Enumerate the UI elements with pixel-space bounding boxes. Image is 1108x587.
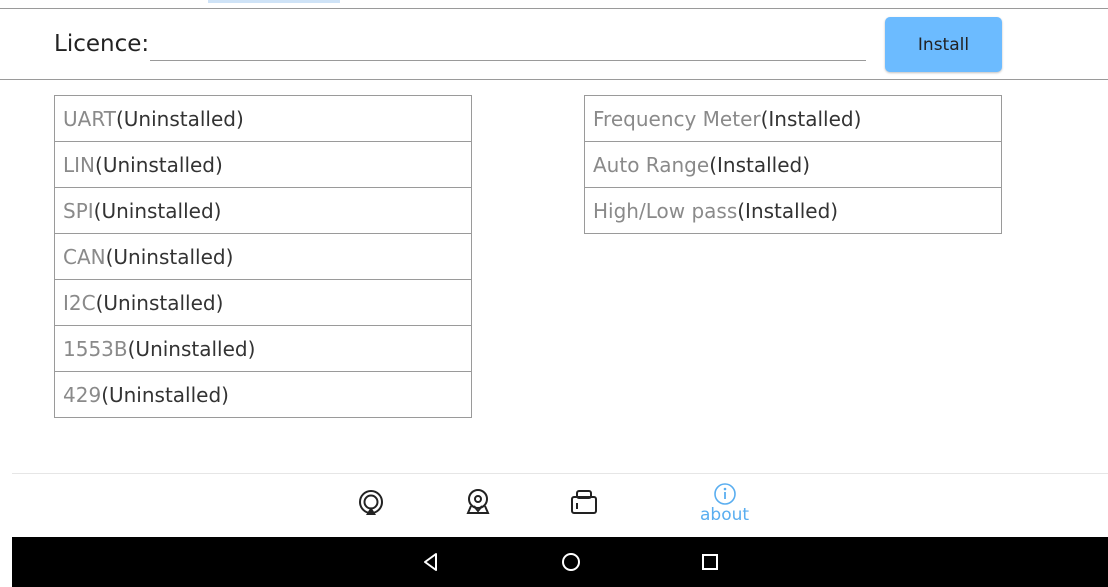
- module-status: (Uninstalled): [93, 198, 222, 223]
- install-button[interactable]: Install: [885, 17, 1002, 72]
- top-divider: [0, 8, 1108, 9]
- module-name: 1553B: [63, 336, 128, 361]
- module-row[interactable]: I2C (Uninstalled): [55, 280, 471, 326]
- module-row[interactable]: Auto Range (Installed): [585, 142, 1001, 188]
- system-nav-bar: [12, 537, 1108, 587]
- oscilloscope-icon: [359, 490, 383, 515]
- nav-about[interactable]: about: [700, 482, 749, 524]
- recents-button[interactable]: [697, 549, 723, 575]
- module-name: I2C: [63, 290, 96, 315]
- header-divider: [0, 79, 1108, 80]
- nav-location[interactable]: [462, 482, 494, 518]
- module-row[interactable]: High/Low pass (Installed): [585, 188, 1001, 234]
- module-status: (Installed): [709, 152, 810, 177]
- module-status: (Installed): [737, 198, 839, 223]
- location-icon: [466, 489, 490, 514]
- module-row[interactable]: 429 (Uninstalled): [55, 372, 471, 418]
- home-icon: [562, 553, 580, 571]
- module-status: (Uninstalled): [127, 336, 256, 361]
- back-button[interactable]: [418, 549, 444, 575]
- module-status: (Uninstalled): [115, 106, 244, 131]
- module-row[interactable]: UART (Uninstalled): [55, 96, 471, 142]
- module-name: 429: [63, 382, 102, 407]
- module-status: (Uninstalled): [95, 152, 223, 177]
- module-status: (Uninstalled): [105, 244, 234, 269]
- module-name: CAN: [63, 244, 106, 269]
- module-row[interactable]: 1553B (Uninstalled): [55, 326, 471, 372]
- device-icon: [571, 490, 597, 514]
- module-name: UART: [63, 106, 116, 131]
- module-status: (Installed): [760, 106, 862, 131]
- module-name: High/Low pass: [593, 198, 738, 223]
- module-name: LIN: [63, 152, 96, 177]
- module-status: (Uninstalled): [95, 290, 224, 315]
- info-icon: [713, 483, 736, 505]
- licence-input[interactable]: [150, 30, 866, 61]
- module-row[interactable]: CAN (Uninstalled): [55, 234, 471, 280]
- back-icon: [424, 553, 437, 571]
- module-status: (Uninstalled): [101, 382, 229, 407]
- module-name: SPI: [63, 198, 94, 223]
- nav-oscilloscope[interactable]: [355, 482, 387, 518]
- module-row[interactable]: LIN (Uninstalled): [55, 142, 471, 188]
- uninstalled-module-list: UART (Uninstalled) LIN (Uninstalled) SPI (U…: [54, 95, 472, 418]
- module-row[interactable]: Frequency Meter (Installed): [585, 96, 1001, 142]
- licence-label: Licence:: [54, 31, 150, 57]
- module-name: Frequency Meter: [593, 106, 761, 131]
- recents-icon: [702, 554, 718, 570]
- installed-module-list: Frequency Meter (Installed) Auto Range (In…: [584, 95, 1002, 234]
- nav-device[interactable]: [568, 482, 600, 518]
- bottom-nav-divider: [12, 473, 1108, 474]
- nav-about-label: about: [700, 505, 750, 525]
- home-button[interactable]: [558, 549, 584, 575]
- module-row[interactable]: SPI (Uninstalled): [55, 188, 471, 234]
- tab-indicator: [208, 0, 340, 3]
- module-name: Auto Range: [593, 152, 710, 177]
